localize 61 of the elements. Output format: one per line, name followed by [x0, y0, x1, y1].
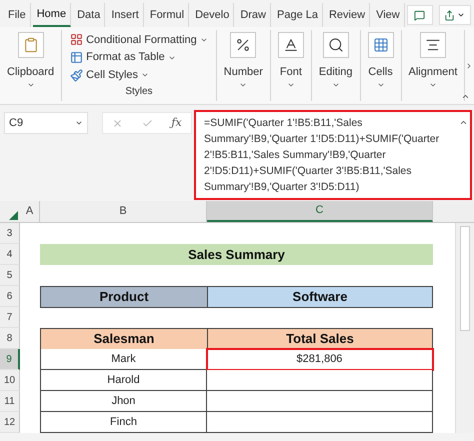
ribbon-group-label[interactable]: Cells [368, 64, 393, 80]
table-icon [70, 51, 84, 64]
row-header[interactable]: 7 [0, 307, 20, 328]
row-header[interactable]: 12 [0, 412, 20, 433]
insert-function-button[interactable]: ƒx [171, 114, 182, 132]
title-cell: Sales Summary [40, 244, 433, 265]
formula-bar[interactable]: =SUMIF('Quarter 1'!B5:B11,'Sales Summary'!B9,'Quarter 1'!D5:D11)+SUMIF('Quarter 2'!B5:B11,'Sales Summary'!B9,'Quarter 2'!D5:D11)+SUMIF('Quarter 3'!B5:B11,'Sales Summary'!B9,'Quarter 3'!D5:D11) [194, 110, 472, 200]
share-icon [444, 10, 456, 20]
row-header[interactable]: 5 [0, 265, 20, 286]
percent-icon [235, 37, 252, 53]
align-icon [424, 37, 441, 53]
collapse-formula-icon[interactable] [459, 118, 468, 127]
ribbon-group-label[interactable]: Font [280, 64, 302, 80]
ribbon-group-button[interactable] [420, 32, 446, 58]
row-header[interactable]: 4 [0, 244, 20, 265]
ribbon-group-label[interactable]: Number [224, 64, 263, 80]
ribbon-group-label: Styles [125, 85, 153, 100]
ribbon-group-label[interactable]: Alignment [408, 64, 458, 80]
brush-icon [70, 68, 84, 82]
table-cell[interactable] [207, 412, 433, 433]
ribbon-group-button[interactable] [278, 32, 304, 58]
row-header[interactable]: 11 [0, 391, 20, 412]
search-icon [328, 37, 344, 53]
share-button[interactable] [438, 5, 471, 25]
row-header[interactable]: 10 [0, 370, 20, 391]
label-cell: Software [208, 287, 432, 307]
row-header[interactable]: 6 [0, 286, 20, 307]
column-header[interactable]: C [207, 201, 433, 222]
ribbon-command[interactable]: Cell Styles [70, 66, 208, 84]
comment-icon [414, 10, 426, 20]
ribbon-group-button[interactable] [322, 32, 349, 58]
dropdown-caret-icon [75, 119, 83, 127]
ribbon-group-button[interactable] [230, 32, 256, 58]
header-cell: Total Sales [208, 329, 432, 349]
ribbon-command[interactable]: Conditional Formatting [70, 31, 208, 49]
row-header[interactable]: 3 [0, 223, 20, 244]
font-color-icon [282, 37, 299, 53]
dropdown-caret-icon [457, 11, 466, 19]
table-cell[interactable]: Mark [40, 349, 207, 370]
grid-icon [372, 37, 389, 53]
table-cell[interactable]: Finch [40, 412, 207, 433]
clipboard-icon [22, 37, 39, 53]
ribbon-group-label[interactable]: Clipboard [7, 64, 54, 80]
corner-triangle-icon [9, 211, 18, 220]
table-cell[interactable]: Harold [40, 370, 207, 391]
grid-icon [70, 33, 84, 46]
ribbon-group-label[interactable]: Editing [318, 64, 353, 80]
table-cell[interactable]: $281,806 [207, 349, 433, 370]
table-cell[interactable]: Jhon [40, 391, 207, 412]
column-header[interactable]: A [20, 201, 40, 222]
label-cell: Product [41, 287, 208, 307]
scrollbar-thumb[interactable] [460, 226, 470, 331]
name-box[interactable]: C9 [4, 112, 88, 134]
table-cell[interactable] [207, 391, 433, 412]
row-header[interactable]: 8 [0, 328, 20, 349]
header-cell: Salesman [41, 329, 208, 349]
table-cell[interactable] [207, 370, 433, 391]
collapse-ribbon-icon[interactable] [461, 92, 470, 101]
row-header[interactable]: 9 [0, 349, 20, 370]
comments-button[interactable] [406, 5, 433, 25]
ribbon-command[interactable]: Format as Table [70, 48, 208, 66]
